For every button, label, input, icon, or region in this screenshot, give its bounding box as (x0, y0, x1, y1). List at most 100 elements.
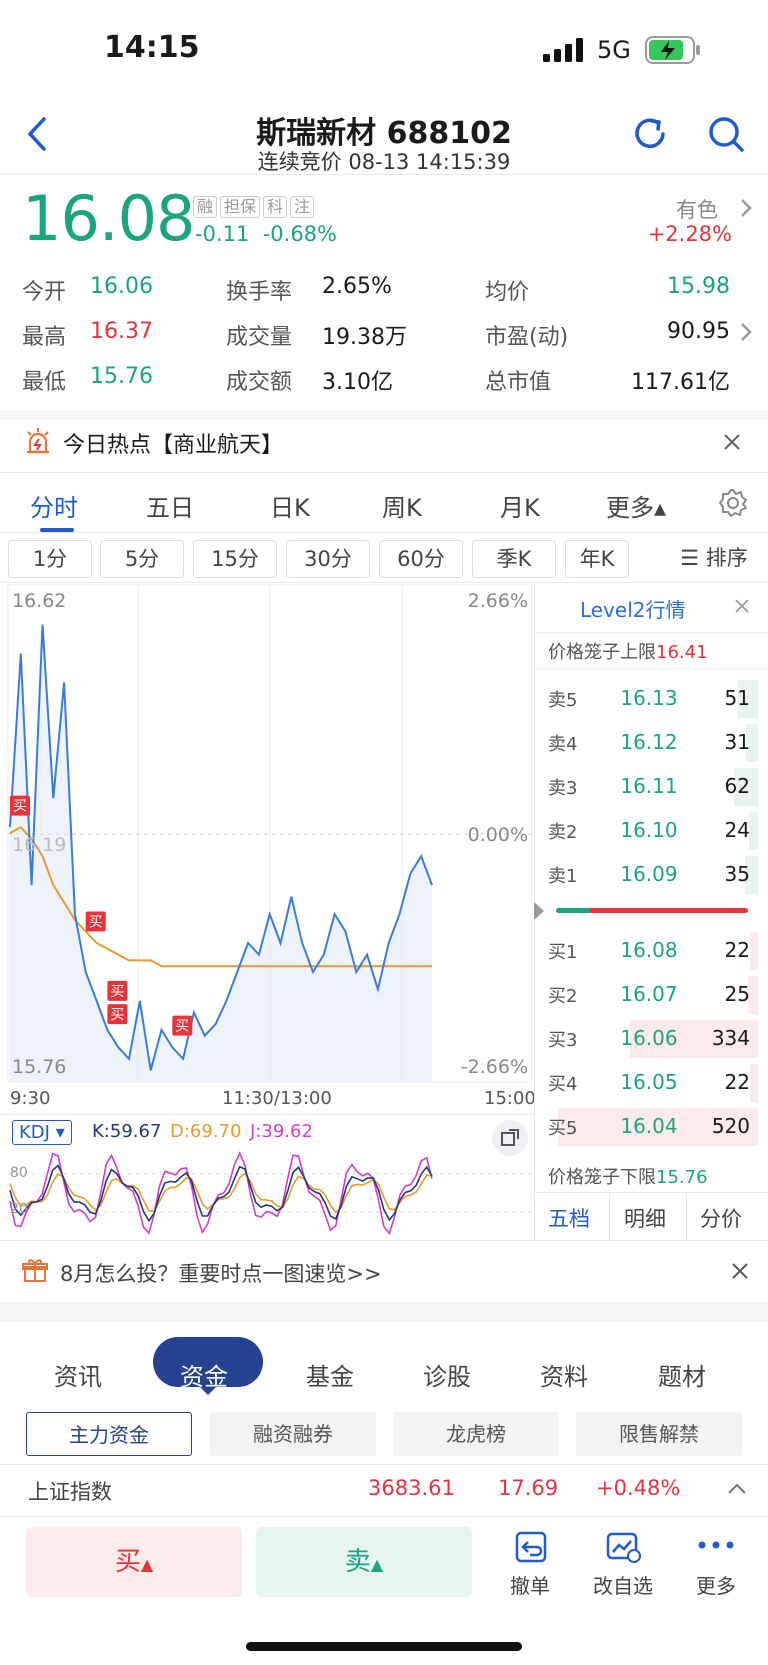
open-value: 16.06 (90, 274, 153, 299)
chevron-right-icon[interactable] (738, 320, 754, 348)
hot-topic-text[interactable]: 今日热点【商业航天】 (63, 427, 283, 459)
orderbook-price: 16.05 (620, 1070, 678, 1094)
volume-bar (749, 812, 758, 850)
orderbook-label: 卖4 (548, 734, 578, 755)
bids-row[interactable]: 买3 16.06 334 (548, 1018, 758, 1060)
orderbook-price: 16.04 (620, 1114, 678, 1138)
tab-theme[interactable]: 题材 (658, 1357, 706, 1392)
y-axis-mid: 16.19 (12, 834, 67, 856)
orderbook-price: 16.07 (620, 982, 678, 1006)
avg-label: 均价 (485, 280, 530, 305)
chip-year[interactable]: 年K (565, 540, 629, 578)
tab-daily[interactable]: 日K (270, 488, 310, 523)
sort-button[interactable]: ☰ 排序 (664, 540, 764, 578)
chip-quarter[interactable]: 季K (472, 540, 556, 578)
bids-row[interactable]: 买5 16.04 520 (548, 1106, 758, 1148)
caret-up-icon: ▲ (140, 1555, 154, 1574)
bids-row[interactable]: 买4 16.05 22 (548, 1062, 758, 1104)
asks-row[interactable]: 卖1 16.09 35 (548, 854, 758, 896)
status-time: 14:15 (104, 30, 200, 65)
orderbook-vol: 31 (724, 730, 750, 754)
close-icon[interactable] (731, 1262, 749, 1284)
ob-tab-price[interactable]: 分价 (700, 1203, 742, 1233)
buy-marker-label: 买 (13, 799, 27, 815)
close-icon[interactable] (734, 598, 750, 618)
asks-row[interactable]: 卖2 16.10 24 (548, 810, 758, 852)
orderbook-price: 16.09 (620, 862, 678, 886)
kdj-chart (8, 1151, 532, 1236)
volume-value: 19.38万 (322, 325, 407, 350)
subtab-margin[interactable]: 融资融券 (210, 1412, 376, 1456)
tag-star: 科 (263, 196, 288, 218)
x-axis-start: 9:30 (10, 1088, 51, 1109)
tab-news[interactable]: 资讯 (54, 1357, 102, 1392)
buy-marker-label: 买 (175, 1019, 189, 1035)
chevron-right-icon[interactable] (738, 196, 754, 224)
refresh-icon[interactable] (630, 114, 670, 158)
tab-more[interactable]: 更多▴ (606, 488, 666, 523)
promo-text[interactable]: 8月怎么投？重要时点一图速览>> (60, 1258, 382, 1288)
kdj-selector[interactable]: KDJ ▾ (12, 1120, 72, 1145)
edit-watchlist-button[interactable]: 改自选 (583, 1570, 663, 1599)
chip-30min[interactable]: 30分 (286, 540, 370, 578)
index-name[interactable]: 上证指数 (28, 1476, 112, 1506)
orderbook-vol: 62 (724, 774, 750, 798)
chevron-up-icon[interactable] (726, 1478, 748, 1504)
edit-watchlist-icon[interactable] (604, 1528, 642, 1570)
tab-intraday[interactable]: 分时 (30, 488, 78, 523)
more-button[interactable]: 更多 (676, 1570, 756, 1599)
chip-5min[interactable]: 5分 (100, 540, 184, 578)
intraday-chart[interactable]: 买买买买买 (0, 584, 534, 1084)
sector-name[interactable]: 有色 (676, 194, 718, 224)
buy-button[interactable]: 买▲ (26, 1527, 242, 1597)
orderbook-label: 买5 (548, 1118, 578, 1139)
subtab-main-funds[interactable]: 主力资金 (26, 1412, 192, 1456)
search-icon[interactable] (706, 114, 746, 158)
tab-funds[interactable]: 资金 (180, 1357, 228, 1392)
kdj-d: D:69.70 (170, 1121, 242, 1142)
pct-axis-mid: 0.00% (467, 824, 528, 846)
asks-row[interactable]: 卖5 16.13 51 (548, 678, 758, 720)
orderbook-vol: 51 (724, 686, 750, 710)
asks-row[interactable]: 卖4 16.12 31 (548, 722, 758, 764)
chip-1min[interactable]: 1分 (8, 540, 92, 578)
chip-60min[interactable]: 60分 (379, 540, 463, 578)
tab-weekly[interactable]: 周K (382, 488, 422, 523)
tab-fund[interactable]: 基金 (306, 1357, 354, 1392)
index-change: 17.69 (498, 1476, 559, 1500)
kdj-d-line (9, 1172, 433, 1214)
subtab-unlock[interactable]: 限售解禁 (576, 1412, 742, 1456)
high-label: 最高 (22, 325, 67, 350)
ob-tab-detail[interactable]: 明细 (624, 1203, 666, 1233)
subtab-dragon-tiger[interactable]: 龙虎榜 (393, 1412, 559, 1456)
high-value: 16.37 (90, 319, 153, 344)
tab-5day[interactable]: 五日 (146, 488, 194, 523)
close-icon[interactable] (722, 432, 742, 456)
tab-profile[interactable]: 资料 (540, 1357, 588, 1392)
buy-sell-ratio-bar (556, 908, 748, 913)
more-dots-icon[interactable] (696, 1530, 736, 1564)
pe-label[interactable]: 市盈(动) (485, 319, 568, 351)
low-value: 15.76 (90, 364, 153, 389)
cancel-order-icon[interactable] (512, 1528, 550, 1570)
pe-value[interactable]: 90.95 (667, 319, 730, 344)
orderbook-vol: 35 (724, 862, 750, 886)
ob-tab-five[interactable]: 五档 (548, 1203, 590, 1233)
sell-button[interactable]: 卖▲ (256, 1527, 472, 1597)
chip-15min[interactable]: 15分 (193, 540, 277, 578)
asks-row[interactable]: 卖3 16.11 62 (548, 766, 758, 808)
open-label: 今开 (22, 280, 67, 305)
index-pct: +0.48% (596, 1476, 681, 1500)
buy-marker-label: 买 (110, 984, 124, 1000)
cancel-order-button[interactable]: 撤单 (490, 1570, 570, 1599)
tab-diagnose[interactable]: 诊股 (423, 1357, 471, 1392)
gear-icon[interactable] (718, 488, 748, 522)
level2-title[interactable]: Level2行情 (580, 594, 686, 623)
stock-tags: 融担保科注 (193, 196, 317, 218)
tab-monthly[interactable]: 月K (500, 488, 540, 523)
bids-row[interactable]: 买1 16.08 22 (548, 930, 758, 972)
pct-axis-bottom: -2.66% (460, 1056, 528, 1078)
orderbook-vol: 520 (711, 1114, 750, 1138)
bids-row[interactable]: 买2 16.07 25 (548, 974, 758, 1016)
battery-icon (645, 36, 701, 68)
